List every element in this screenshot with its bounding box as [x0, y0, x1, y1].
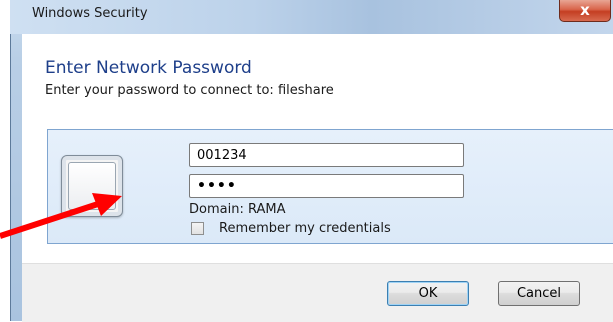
remember-credentials-checkbox[interactable] — [191, 222, 204, 235]
dialog-heading: Enter Network Password — [45, 58, 252, 78]
dialog-subheading: Enter your password to connect to: files… — [45, 83, 334, 98]
title-bar[interactable]: Windows Security x — [10, 0, 613, 34]
window-title: Windows Security — [32, 6, 148, 21]
cancel-button[interactable]: Cancel — [498, 281, 580, 306]
user-tile-picture — [68, 162, 116, 210]
username-field[interactable] — [189, 143, 464, 167]
user-tile-icon[interactable] — [61, 155, 123, 217]
credential-panel: Domain: RAMA Remember my credentials — [47, 129, 613, 244]
password-field[interactable] — [189, 174, 464, 198]
close-button[interactable]: x — [559, 0, 611, 22]
ok-button[interactable]: OK — [387, 281, 469, 306]
domain-label: Domain: RAMA — [189, 202, 286, 217]
button-bar: OK Cancel — [22, 263, 613, 322]
close-icon: x — [580, 1, 590, 19]
remember-credentials-label[interactable]: Remember my credentials — [219, 221, 391, 236]
dialog-content: Enter Network Password Enter your passwo… — [22, 34, 613, 322]
